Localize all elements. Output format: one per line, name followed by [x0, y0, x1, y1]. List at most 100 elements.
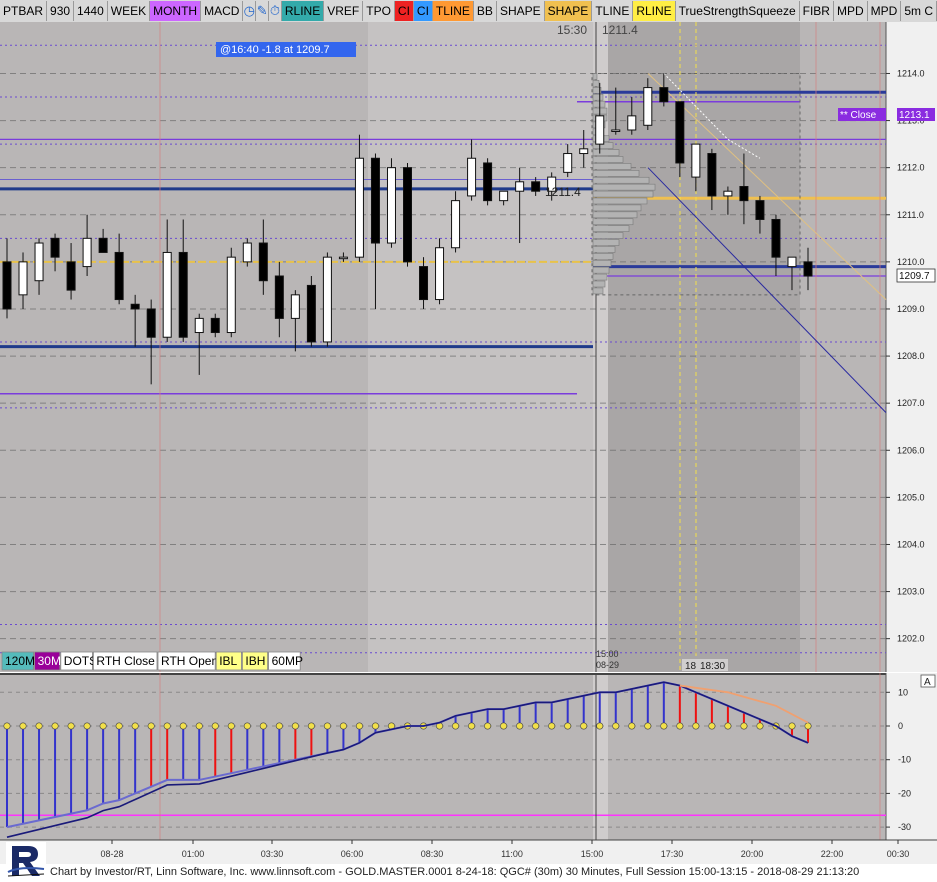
candle-body	[419, 266, 429, 301]
toolbar-button-5m-c[interactable]: 5m C	[901, 1, 937, 21]
panel-button-label: 30M	[38, 654, 61, 668]
candle-body	[114, 251, 124, 301]
price-tick-label: 1206.0	[897, 445, 925, 455]
macd-zero-dot	[708, 722, 716, 730]
close-value-label: 1213.1	[899, 110, 930, 121]
price-tick-label: 1202.0	[897, 634, 925, 644]
osc-tick-label: -30	[898, 822, 911, 832]
candle-body	[2, 261, 12, 310]
volume-profile-bar	[592, 197, 648, 205]
volume-profile-bar	[592, 149, 620, 156]
panel-button-label: IBL	[219, 654, 237, 668]
volume-profile-bar	[592, 246, 616, 253]
candle-body	[483, 162, 493, 202]
toolbar-button-rline[interactable]: RLINE	[281, 1, 325, 21]
macd-zero-dot	[3, 722, 11, 730]
volume-profile-bar	[592, 163, 632, 170]
macd-zero-dot	[355, 722, 363, 730]
candle-body	[739, 186, 749, 202]
stopwatch-icon[interactable]: ⏱	[269, 1, 282, 21]
candle	[242, 238, 252, 267]
volume-profile-bar	[592, 280, 606, 288]
toolbar-button-shape[interactable]: SHAPE	[496, 1, 545, 21]
toolbar-button-month[interactable]: MONTH	[150, 1, 202, 21]
macd-zero-dot	[19, 722, 27, 730]
volume-profile-bar	[592, 170, 640, 177]
candle	[435, 238, 445, 305]
macd-zero-dot	[612, 722, 620, 730]
toolbar-button-truestrengthsqueeze[interactable]: TrueStrengthSqueeze	[675, 1, 800, 21]
volume-profile-bar	[592, 239, 620, 246]
macd-zero-dot	[580, 722, 588, 730]
vline-date-label: 08-29	[596, 660, 619, 670]
macd-zero-dot	[644, 722, 652, 730]
candle-body	[499, 190, 509, 202]
macd-zero-dot	[468, 722, 476, 730]
toolbar-button-tline[interactable]: TLINE	[592, 1, 634, 21]
macd-zero-dot	[516, 722, 524, 730]
candle-body	[451, 200, 461, 249]
toolbar-button-mpd[interactable]: MPD	[867, 1, 902, 21]
time-tick-label: 06:00	[341, 849, 364, 859]
panel-button-60mp[interactable]: 60MP	[268, 651, 303, 671]
candle-body	[194, 317, 204, 334]
macd-zero-dot	[788, 722, 796, 730]
toolbar-button-vref[interactable]: VREF	[324, 1, 364, 21]
candle-body	[338, 256, 348, 260]
toolbar-button-macd[interactable]: MACD	[201, 1, 244, 21]
osc-tick-label: 0	[898, 721, 903, 731]
panel-button-ibh[interactable]: IBH	[241, 651, 268, 671]
price-tick-label: 1205.0	[897, 492, 925, 502]
price-chart: 1214.01213.01212.01211.01210.01209.01208…	[0, 22, 937, 864]
toolbar-button-bb[interactable]: BB	[473, 1, 497, 21]
candle-body	[627, 115, 637, 131]
footer: Chart by Investor/RT, Linn Software, Inc…	[0, 864, 937, 882]
toolbar-button-ci[interactable]: CI	[394, 1, 414, 21]
candle-body	[258, 242, 268, 282]
toolbar-button-mpd[interactable]: MPD	[833, 1, 868, 21]
panel-button-rth-open[interactable]: RTH Open	[157, 651, 218, 671]
candle-body	[643, 87, 653, 126]
toolbar-button-fibr[interactable]: FIBR	[799, 1, 834, 21]
panel-button-120m[interactable]: 120M	[1, 651, 35, 671]
time-tick-label: 22:00	[821, 849, 844, 859]
panel-button-label: 60MP	[272, 654, 303, 668]
toolbar-button-ci[interactable]: CI	[413, 1, 433, 21]
candle-body	[82, 237, 92, 268]
cursor-info-label: @16:40 -1.8 at 1209.7	[220, 44, 330, 56]
time-tick-label: 01:00	[182, 849, 205, 859]
macd-zero-dot	[275, 722, 283, 730]
toolbar-button-1440[interactable]: 1440	[74, 1, 108, 21]
panel-button-dots[interactable]: DOTS	[60, 651, 97, 671]
candle-body	[691, 143, 701, 178]
time-tick-label: 11:00	[501, 849, 523, 859]
macd-zero-dot	[163, 722, 171, 730]
volume-profile-bar	[592, 80, 600, 87]
session-time-label: 15:30	[557, 23, 587, 37]
candle-body	[515, 181, 525, 192]
toolbar-button-week[interactable]: WEEK	[107, 1, 151, 21]
panel-button-30m[interactable]: 30M	[34, 651, 61, 671]
toolbar-button-930[interactable]: 930	[47, 1, 75, 21]
macd-zero-dot	[227, 722, 235, 730]
pencil-icon[interactable]: ✎	[256, 1, 270, 21]
candle-body	[226, 256, 236, 334]
panel-button-rth-close[interactable]: RTH Close	[93, 651, 158, 671]
toolbar-button-tline[interactable]: TLINE	[432, 1, 474, 21]
mid-price-label: 1211.4	[545, 185, 581, 199]
toolbar-button-rline[interactable]: RLINE	[633, 1, 676, 21]
candle-body	[274, 275, 284, 319]
toolbar-button-tpo[interactable]: TPO	[363, 1, 395, 21]
osc-tick-label: 10	[898, 687, 908, 697]
volume-profile-bar	[592, 204, 642, 212]
toolbar-button-shape[interactable]: SHAPE	[544, 1, 593, 21]
volume-profile-bar	[592, 253, 614, 260]
clock-icon[interactable]: ◷	[243, 1, 257, 21]
toolbar-button-ptbar[interactable]: PTBAR	[0, 1, 48, 21]
candle-body	[435, 247, 445, 301]
macd-zero-dot	[804, 722, 812, 730]
price-tick-label: 1209.0	[897, 304, 925, 314]
candle-body	[403, 167, 412, 263]
panel-button-ibl[interactable]: IBL	[215, 651, 242, 671]
macd-zero-dot	[339, 722, 347, 730]
